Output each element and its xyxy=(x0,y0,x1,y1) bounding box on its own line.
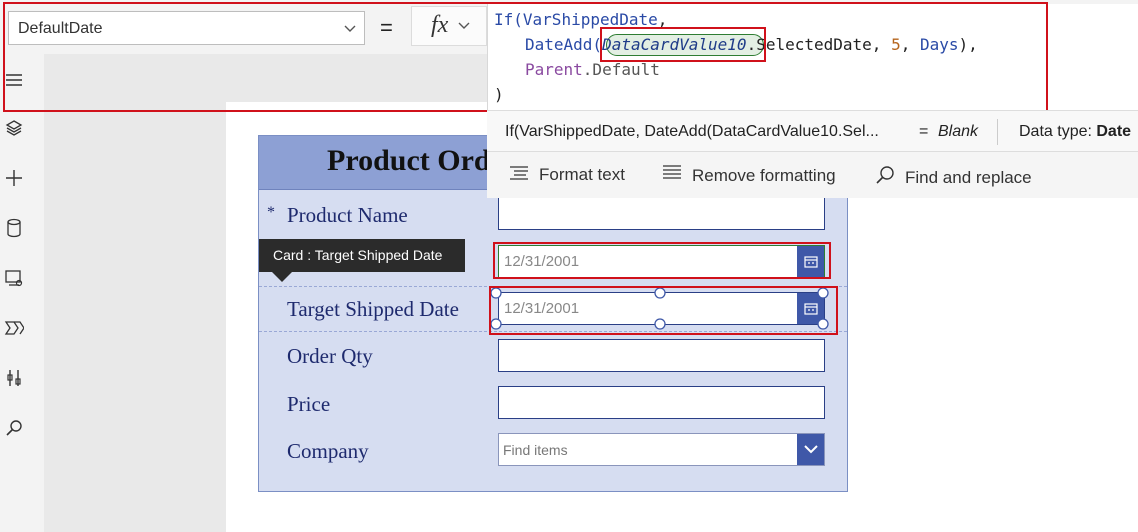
highlight-datacardvalue10 xyxy=(600,27,766,62)
formula-result-bar: If(VarShippedDate, DateAdd(DataCardValue… xyxy=(487,110,1138,152)
data-type: Data type: Date xyxy=(1019,123,1132,140)
remove-formatting-button[interactable]: Remove formatting xyxy=(662,165,836,186)
company-placeholder: Find items xyxy=(503,442,568,458)
company-combobox[interactable]: Find items xyxy=(498,433,825,466)
price-input[interactable] xyxy=(498,386,825,419)
media-icon[interactable] xyxy=(3,267,25,289)
divider xyxy=(997,119,998,145)
formula-format-bar: Format text Remove formatting Find and r… xyxy=(487,152,1138,198)
highlight-target-shipped-date xyxy=(489,286,838,335)
search-icon[interactable] xyxy=(3,417,25,439)
remove-formatting-icon xyxy=(662,165,682,186)
card-tooltip: Card : Target Shipped Date xyxy=(259,239,465,272)
result-expression: If(VarShippedDate, DateAdd(DataCardValue… xyxy=(505,123,879,140)
highlight-formula-bar xyxy=(3,2,1048,112)
order-qty-label: Order Qty xyxy=(287,344,373,368)
target-shipped-date-label: Target Shipped Date xyxy=(287,297,459,321)
plus-icon[interactable] xyxy=(3,167,25,189)
result-equals: = xyxy=(919,123,929,140)
tooltip-arrow xyxy=(272,272,292,282)
power-apps-studio: Product Order * Product Name 12/31/2001 … xyxy=(0,0,1138,532)
order-qty-input[interactable] xyxy=(498,339,825,372)
find-and-replace-button[interactable]: Find and replace xyxy=(875,165,1032,190)
format-text-button[interactable]: Format text xyxy=(509,165,625,185)
price-label: Price xyxy=(287,392,331,416)
layers-icon[interactable] xyxy=(3,117,25,139)
power-automate-icon[interactable] xyxy=(3,317,25,339)
highlight-date-picker-1 xyxy=(493,242,831,279)
product-name-label: Product Name xyxy=(287,203,408,227)
result-value: Blank xyxy=(938,123,979,140)
product-name-input[interactable] xyxy=(498,197,825,230)
format-text-icon xyxy=(509,165,529,185)
left-rail xyxy=(0,54,44,532)
required-mark: * xyxy=(267,204,275,221)
search-icon xyxy=(875,165,895,190)
database-icon[interactable] xyxy=(3,217,25,239)
tools-icon[interactable] xyxy=(3,367,25,389)
company-label: Company xyxy=(287,439,369,463)
chevron-down-icon[interactable] xyxy=(797,434,824,465)
